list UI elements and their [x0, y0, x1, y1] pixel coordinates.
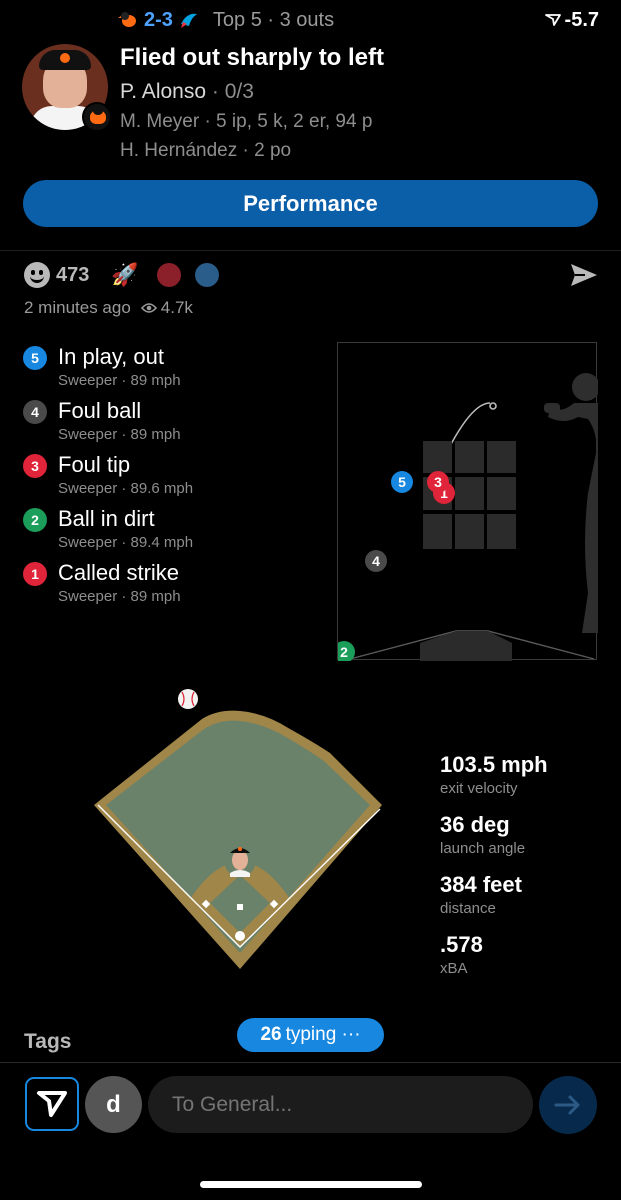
stat-value: 384 feet: [440, 872, 522, 897]
typing-count: 26: [260, 1024, 282, 1045]
team-badge-icon: [82, 102, 112, 132]
pitch-number-badge: 4: [23, 400, 47, 424]
stat-label: xBA: [440, 960, 468, 977]
baseball-field-graphic: [94, 689, 382, 969]
pitch-list-item[interactable]: 3 Foul tip Sweeper · 89.6 mph: [23, 452, 323, 506]
stat-launch-angle: 36 deg launch angle: [440, 812, 610, 872]
user-avatar[interactable]: d: [85, 1076, 142, 1133]
pitch-number-badge: 1: [23, 562, 47, 586]
pitch-detail: Sweeper · 89.4 mph: [58, 534, 194, 551]
pitch-result: Called strike: [58, 560, 180, 585]
spray-chart: [90, 685, 390, 975]
send-button[interactable]: [539, 1076, 597, 1134]
svg-text:3: 3: [434, 474, 442, 490]
win-probability-value: -5.7: [564, 8, 599, 31]
svg-text:4: 4: [372, 553, 380, 569]
pitch-result: In play, out: [58, 344, 164, 369]
tags-heading[interactable]: Tags: [24, 1030, 71, 1054]
blue-reaction-icon[interactable]: [194, 263, 219, 287]
stat-distance: 384 feet distance: [440, 872, 610, 932]
pitch-marker-5: 5: [391, 471, 413, 493]
pitch-marker-4: 4: [365, 550, 387, 572]
pitch-result: Foul ball: [58, 398, 142, 423]
batter-line: P. Alonso · 0/3: [120, 80, 254, 104]
post-meta: 2 minutes ago 4.7k: [24, 298, 193, 318]
rocket-reaction-icon[interactable]: 🚀: [111, 262, 138, 288]
home-indicator[interactable]: [200, 1181, 422, 1188]
view-count-value: 4.7k: [160, 298, 193, 317]
game-score: 2-3: [144, 8, 173, 31]
pitch-result: Ball in dirt: [58, 506, 155, 531]
inning-status: Top 5 · 3 outs: [212, 8, 335, 31]
stat-value: 36 deg: [440, 812, 510, 837]
baseball-landing-icon: [178, 689, 198, 709]
pitch-number-badge: 5: [23, 346, 47, 370]
strike-zone-graphic: 5 1 3 4 2: [333, 373, 600, 663]
pitch-list-item[interactable]: 5 In play, out Sweeper · 89 mph: [23, 344, 323, 398]
red-reaction-icon[interactable]: [156, 263, 181, 287]
stat-label: distance: [440, 900, 496, 917]
pitch-marker-2: 2: [333, 641, 355, 663]
typing-indicator[interactable]: 26 typing ···: [237, 1018, 384, 1052]
pitch-result: Foul tip: [58, 452, 131, 477]
pitch-list-item[interactable]: 4 Foul ball Sweeper · 89 mph: [23, 398, 323, 452]
orioles-logo-icon: [118, 12, 136, 27]
batter-avatar-icon: [224, 845, 256, 877]
share-icon[interactable]: [569, 260, 599, 290]
eye-icon: [140, 303, 157, 313]
reaction-row: 473 🚀: [24, 260, 599, 290]
hit-stats: 103.5 mph exit velocity 36 deg launch an…: [440, 752, 610, 992]
pitch-number-badge: 3: [23, 454, 47, 478]
stat-label: exit velocity: [440, 780, 518, 797]
typing-text: typing ···: [285, 1024, 361, 1045]
stat-value: .578: [440, 932, 483, 957]
marlins-logo-icon: [180, 13, 197, 28]
game-status-row: 2-3 Top 5 · 3 outs -5.7: [118, 6, 599, 34]
stat-exit-velocity: 103.5 mph exit velocity: [440, 752, 610, 812]
stat-value: 103.5 mph: [440, 752, 548, 777]
message-input[interactable]: [148, 1076, 533, 1133]
post-time: 2 minutes ago: [24, 298, 131, 317]
app-logo-icon: [37, 1091, 67, 1117]
performance-button[interactable]: Performance: [23, 180, 598, 227]
compose-divider: [0, 1062, 621, 1063]
batter-stats: · 0/3: [211, 80, 254, 103]
smile-reaction-icon[interactable]: [24, 262, 50, 288]
play-title: Flied out sharply to left: [120, 44, 385, 71]
pitch-detail: Sweeper · 89 mph: [58, 588, 181, 605]
arrow-right-icon: [554, 1095, 580, 1115]
strike-zone-panel: 5 1 3 4 2: [333, 342, 600, 663]
pitch-marker-3: 3: [427, 471, 449, 493]
pitch-sequence-list: 5 In play, out Sweeper · 89 mph 4 Foul b…: [23, 344, 323, 614]
stat-label: launch angle: [440, 840, 526, 857]
view-count: 4.7k: [140, 298, 193, 318]
win-probability: -5.7: [544, 8, 599, 32]
pitch-detail: Sweeper · 89.6 mph: [58, 480, 194, 497]
svg-text:5: 5: [398, 474, 406, 490]
app-logo-button[interactable]: [25, 1077, 79, 1131]
smile-reaction-count: 473: [56, 263, 90, 286]
pitch-list-item[interactable]: 1 Called strike Sweeper · 89 mph: [23, 560, 323, 614]
stat-xba: .578 xBA: [440, 932, 610, 992]
win-probability-icon: [544, 14, 561, 26]
pitch-detail: Sweeper · 89 mph: [58, 372, 181, 389]
svg-text:2: 2: [340, 644, 348, 660]
pitcher-line: M. Meyer · 5 ip, 5 k, 2 er, 94 p: [120, 111, 373, 132]
section-divider: [0, 250, 621, 251]
pitch-number-badge: 2: [23, 508, 47, 532]
pitch-detail: Sweeper · 89 mph: [58, 426, 181, 443]
fielder-line: H. Hernández · 2 po: [120, 140, 292, 161]
batter-name[interactable]: P. Alonso: [120, 80, 206, 103]
batter-silhouette-icon: [544, 373, 600, 633]
pitch-list-item[interactable]: 2 Ball in dirt Sweeper · 89.4 mph: [23, 506, 323, 560]
